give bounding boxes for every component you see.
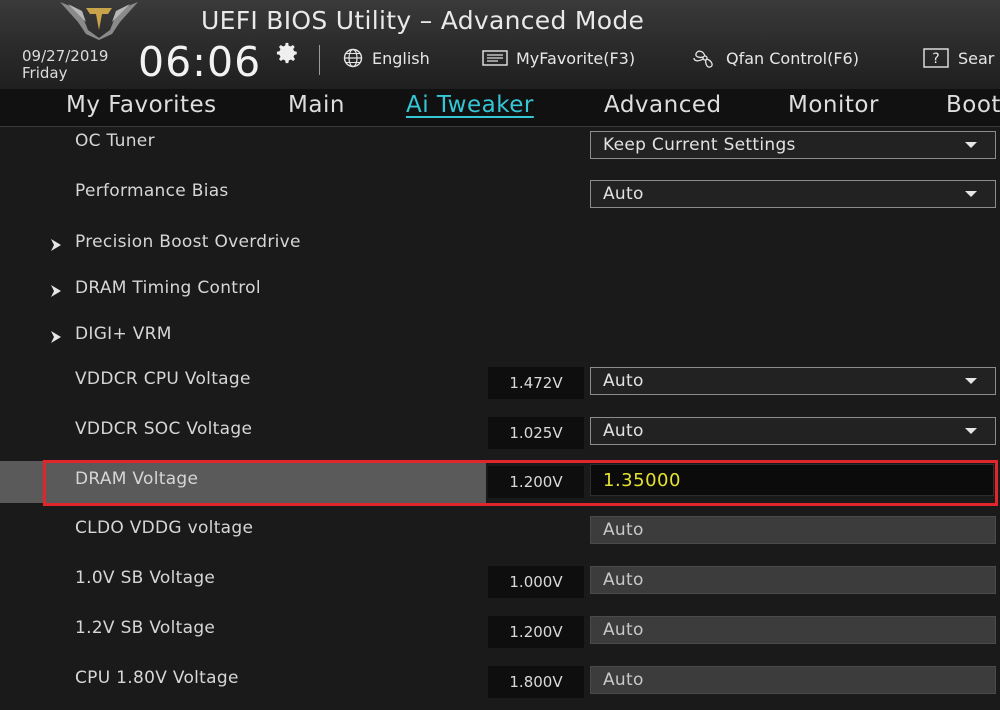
- settings-list: OC Tuner Keep Current Settings Performan…: [0, 127, 1000, 710]
- submenu-label: DRAM Timing Control: [75, 278, 261, 298]
- cldo-vddg-field[interactable]: Auto: [590, 516, 996, 544]
- tuf-logo-icon: [60, 2, 138, 40]
- myfavorite-label: MyFavorite(F3): [516, 48, 636, 68]
- setting-label: VDDCR CPU Voltage: [75, 369, 251, 389]
- setting-row-1-2v-sb-voltage[interactable]: 1.2V SB Voltage 1.200V Auto: [0, 612, 1000, 662]
- bios-window: UEFI BIOS Utility – Advanced Mode 09/27/…: [0, 0, 1000, 710]
- chevron-down-icon: [965, 428, 977, 434]
- date-text: 09/27/2019: [22, 47, 109, 65]
- chevron-down-icon: [965, 378, 977, 384]
- select-value: Auto: [603, 421, 644, 441]
- submenu-label: Precision Boost Overdrive: [75, 232, 301, 252]
- current-voltage-readout: 1.200V: [488, 616, 584, 648]
- setting-row-cldo-vddg-voltage[interactable]: CLDO VDDG voltage Auto: [0, 512, 1000, 562]
- setting-label: OC Tuner: [75, 131, 155, 151]
- favorite-list-icon: [482, 50, 508, 66]
- oc-tuner-select[interactable]: Keep Current Settings: [590, 131, 996, 159]
- chevron-down-icon: [965, 142, 977, 148]
- tab-monitor[interactable]: Monitor: [788, 92, 879, 118]
- vddcr-soc-select[interactable]: Auto: [590, 417, 996, 445]
- submenu-label: DIGI+ VRM: [75, 324, 172, 344]
- vddcr-cpu-select[interactable]: Auto: [590, 367, 996, 395]
- fan-icon: [693, 50, 713, 68]
- myfavorite-button[interactable]: MyFavorite(F3): [480, 46, 635, 70]
- current-voltage-readout: 1.025V: [488, 417, 584, 449]
- cpu-1-80v-field[interactable]: Auto: [590, 666, 996, 694]
- sb-1-2v-field[interactable]: Auto: [590, 616, 996, 644]
- qfan-control-button[interactable]: Qfan Control(F6): [690, 46, 859, 70]
- performance-bias-select[interactable]: Auto: [590, 180, 996, 208]
- globe-icon: [343, 48, 363, 68]
- setting-row-oc-tuner[interactable]: OC Tuner Keep Current Settings: [0, 127, 1000, 177]
- submenu-digi-vrm[interactable]: DIGI+ VRM: [0, 319, 1000, 369]
- setting-row-vddcr-cpu-voltage[interactable]: VDDCR CPU Voltage 1.472V Auto: [0, 363, 1000, 413]
- language-label: English: [372, 48, 430, 68]
- help-search-icon: ?: [923, 48, 949, 68]
- header-divider: [319, 45, 320, 75]
- setting-label: VDDCR SOC Voltage: [75, 419, 253, 439]
- tab-ai-tweaker[interactable]: Ai Tweaker: [406, 92, 534, 118]
- setting-label: CPU 1.80V Voltage: [75, 668, 239, 688]
- page-title: UEFI BIOS Utility – Advanced Mode: [201, 6, 645, 35]
- clock-time: 06:06: [138, 38, 262, 86]
- main-tabs: My Favorites Main Ai Tweaker Advanced Mo…: [0, 89, 1000, 127]
- setting-row-vddcr-soc-voltage[interactable]: VDDCR SOC Voltage 1.025V Auto: [0, 413, 1000, 463]
- tab-my-favorites[interactable]: My Favorites: [66, 92, 217, 118]
- select-value: Auto: [603, 184, 644, 204]
- dram-voltage-input[interactable]: 1.35000: [590, 464, 994, 496]
- submenu-precision-boost-overdrive[interactable]: Precision Boost Overdrive: [0, 227, 1000, 277]
- setting-label: 1.2V SB Voltage: [75, 618, 216, 638]
- sb-1-0v-field[interactable]: Auto: [590, 566, 996, 594]
- svg-text:?: ?: [932, 51, 939, 67]
- tab-main[interactable]: Main: [288, 92, 345, 118]
- current-voltage-readout: 1.000V: [488, 566, 584, 598]
- day-text: Friday: [22, 64, 68, 82]
- setting-label: CLDO VDDG voltage: [75, 518, 254, 538]
- setting-row-1-0v-sb-voltage[interactable]: 1.0V SB Voltage 1.000V Auto: [0, 562, 1000, 612]
- current-voltage-readout: 1.800V: [488, 666, 584, 698]
- select-value: Auto: [603, 371, 644, 391]
- search-button[interactable]: ? Sear: [922, 46, 994, 70]
- submenu-dram-timing-control[interactable]: DRAM Timing Control: [0, 273, 1000, 323]
- setting-row-dram-voltage[interactable]: DRAM Voltage 1.200V 1.35000: [0, 457, 1000, 507]
- setting-row-cpu-1-80v-voltage[interactable]: CPU 1.80V Voltage 1.800V Auto: [0, 662, 1000, 710]
- language-button[interactable]: English: [340, 46, 430, 70]
- current-voltage-readout: 1.200V: [488, 466, 584, 498]
- gear-icon[interactable]: [274, 40, 300, 66]
- setting-label: 1.0V SB Voltage: [75, 568, 216, 588]
- chevron-down-icon: [965, 191, 977, 197]
- submenu-arrow-icon: [51, 239, 61, 251]
- header-bar: UEFI BIOS Utility – Advanced Mode 09/27/…: [0, 0, 1000, 89]
- search-label: Sear: [958, 48, 995, 68]
- setting-label: Performance Bias: [75, 181, 229, 201]
- selection-highlight: [0, 461, 486, 503]
- setting-row-performance-bias[interactable]: Performance Bias Auto: [0, 177, 1000, 227]
- submenu-arrow-icon: [51, 285, 61, 297]
- select-value: Keep Current Settings: [603, 135, 796, 155]
- current-voltage-readout: 1.472V: [488, 367, 584, 399]
- tab-advanced[interactable]: Advanced: [604, 92, 722, 118]
- submenu-arrow-icon: [51, 331, 61, 343]
- qfan-label: Qfan Control(F6): [726, 48, 859, 68]
- setting-label: DRAM Voltage: [75, 469, 199, 489]
- tab-boot[interactable]: Boot: [946, 92, 1000, 118]
